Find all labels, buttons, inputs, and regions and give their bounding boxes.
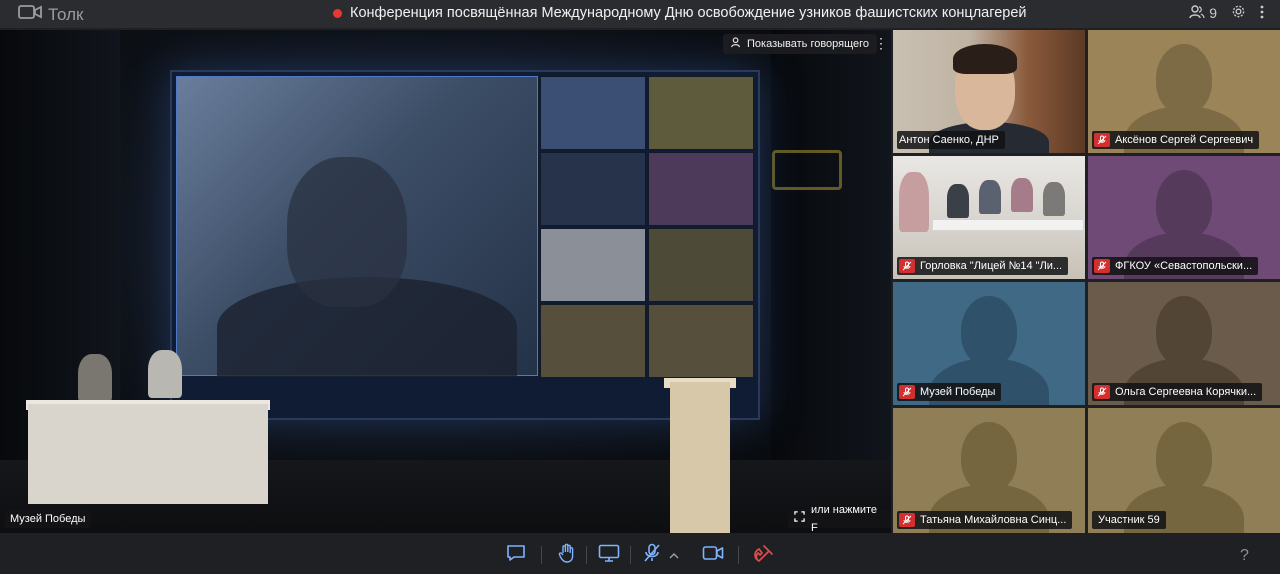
participant-name-label: Аксёнов Сергей Сергеевич bbox=[1092, 131, 1260, 149]
camera-button[interactable] bbox=[701, 545, 725, 565]
stage-person bbox=[78, 354, 112, 402]
monitor-icon bbox=[598, 544, 620, 567]
participant-name: Музей Победы bbox=[920, 386, 996, 398]
fullscreen-icon bbox=[794, 510, 805, 528]
projection-screen bbox=[170, 70, 760, 420]
help-button[interactable]: ? bbox=[1240, 547, 1249, 565]
avatar-placeholder-icon bbox=[961, 422, 1017, 492]
participant-name: ФГКОУ «Севастопольски... bbox=[1115, 260, 1253, 272]
leave-call-button[interactable] bbox=[752, 543, 776, 568]
avatar-placeholder-icon bbox=[1156, 170, 1212, 240]
microphone-button[interactable] bbox=[640, 543, 664, 568]
camera-logo-icon bbox=[18, 4, 42, 25]
mic-off-icon bbox=[642, 543, 662, 568]
header-actions: 9 bbox=[1189, 4, 1264, 22]
bottom-toolbar: ? bbox=[0, 535, 1280, 574]
recording-indicator-icon bbox=[333, 8, 342, 18]
participant-name: Горловка "Лицей №14 "Ли... bbox=[920, 260, 1063, 272]
chevron-up-icon bbox=[669, 546, 679, 564]
person-icon bbox=[731, 37, 742, 51]
chat-icon bbox=[506, 544, 526, 567]
curtain-right bbox=[771, 30, 891, 533]
more-vertical-icon bbox=[1260, 5, 1264, 22]
participant-name-label: Участник 59 bbox=[1092, 511, 1166, 529]
participant-name: Ольга Сергеевна Корячки... bbox=[1115, 386, 1257, 398]
participants-count: 9 bbox=[1209, 5, 1217, 21]
header-bar: Толк Конференция посвящённая Международн… bbox=[0, 0, 1280, 28]
participants-button[interactable]: 9 bbox=[1189, 4, 1217, 22]
mic-off-icon bbox=[1094, 133, 1110, 147]
gear-icon bbox=[1231, 4, 1246, 22]
participant-tile[interactable]: Антон Саенко, ДНР bbox=[893, 30, 1085, 153]
participant-name: Аксёнов Сергей Сергеевич bbox=[1115, 134, 1254, 146]
avatar-placeholder-icon bbox=[961, 296, 1017, 366]
raise-hand-button[interactable] bbox=[555, 543, 579, 568]
participant-name-label: Антон Саенко, ДНР bbox=[897, 131, 1005, 149]
avatar-placeholder-icon bbox=[1156, 296, 1212, 366]
avatar-placeholder-icon bbox=[1156, 422, 1212, 492]
avatar-placeholder-icon bbox=[1156, 44, 1212, 114]
participant-name: Антон Саенко, ДНР bbox=[899, 134, 999, 146]
participant-tile[interactable]: Аксёнов Сергей Сергеевич bbox=[1088, 30, 1280, 153]
screen-share-button[interactable] bbox=[597, 544, 621, 567]
main-video-menu-button[interactable]: ⋮ bbox=[874, 35, 888, 52]
more-vertical-icon: ⋮ bbox=[874, 35, 888, 51]
conference-title: Конференция посвящённая Международному Д… bbox=[350, 5, 1027, 21]
toolbar-divider bbox=[738, 546, 739, 564]
main-video[interactable]: Показывать говорящего ⋮ Музей Победы или… bbox=[0, 30, 891, 533]
fullscreen-button[interactable]: или нажмите F bbox=[788, 504, 891, 533]
participant-name-label: Татьяна Михайловна Синц... bbox=[897, 511, 1073, 529]
app-name: Толк bbox=[48, 4, 84, 24]
video-camera-icon bbox=[702, 545, 724, 566]
participant-name: Татьяна Михайловна Синц... bbox=[920, 514, 1067, 526]
mic-off-icon bbox=[1094, 259, 1110, 273]
participant-tile[interactable]: Участник 59 bbox=[1088, 408, 1280, 533]
participant-name-label: Ольга Сергеевна Корячки... bbox=[1092, 383, 1263, 401]
participant-name-label: ФГКОУ «Севастопольски... bbox=[1092, 257, 1259, 275]
participant-grid: Антон Саенко, ДНР Аксёнов Сергей Сергеев… bbox=[893, 30, 1280, 533]
fullscreen-hint-label: или нажмите F bbox=[811, 504, 878, 533]
show-speaker-button[interactable]: Показывать говорящего bbox=[723, 34, 878, 54]
chat-button[interactable] bbox=[504, 544, 528, 567]
participant-tile[interactable]: Горловка "Лицей №14 "Ли... bbox=[893, 156, 1085, 279]
toolbar-divider bbox=[541, 546, 542, 564]
conference-app: Толк Конференция посвящённая Международн… bbox=[0, 0, 1280, 574]
participant-name-label: Горловка "Лицей №14 "Ли... bbox=[897, 257, 1069, 275]
toolbar-divider bbox=[586, 546, 587, 564]
toolbar-divider bbox=[630, 546, 631, 564]
mic-off-icon bbox=[899, 513, 915, 527]
participants-icon bbox=[1189, 4, 1205, 22]
mic-off-icon bbox=[899, 385, 915, 399]
stage-person bbox=[148, 350, 182, 398]
participant-tile[interactable]: Татьяна Михайловна Синц... bbox=[893, 408, 1085, 533]
hand-icon bbox=[558, 543, 576, 568]
main-video-name-label: Музей Победы bbox=[5, 510, 91, 528]
stage-emblem bbox=[772, 150, 842, 190]
brand: Толк bbox=[18, 4, 84, 25]
show-speaker-label: Показывать говорящего bbox=[747, 38, 870, 50]
participant-name-label: Музей Победы bbox=[897, 383, 1002, 401]
participant-tile[interactable]: ФГКОУ «Севастопольски... bbox=[1088, 156, 1280, 279]
participant-name: Участник 59 bbox=[1098, 514, 1160, 526]
microphone-options-button[interactable] bbox=[666, 545, 682, 565]
participant-tile[interactable]: Музей Победы bbox=[893, 282, 1085, 405]
projected-speaker bbox=[176, 76, 538, 377]
mic-off-icon bbox=[899, 259, 915, 273]
mic-off-icon bbox=[1094, 385, 1110, 399]
more-menu-button[interactable] bbox=[1260, 5, 1264, 22]
participant-tile[interactable]: Ольга Сергеевна Корячки... bbox=[1088, 282, 1280, 405]
phone-hangup-icon bbox=[753, 543, 775, 568]
conference-title-wrap: Конференция посвящённая Международному Д… bbox=[333, 5, 1027, 21]
settings-button[interactable] bbox=[1231, 4, 1246, 22]
